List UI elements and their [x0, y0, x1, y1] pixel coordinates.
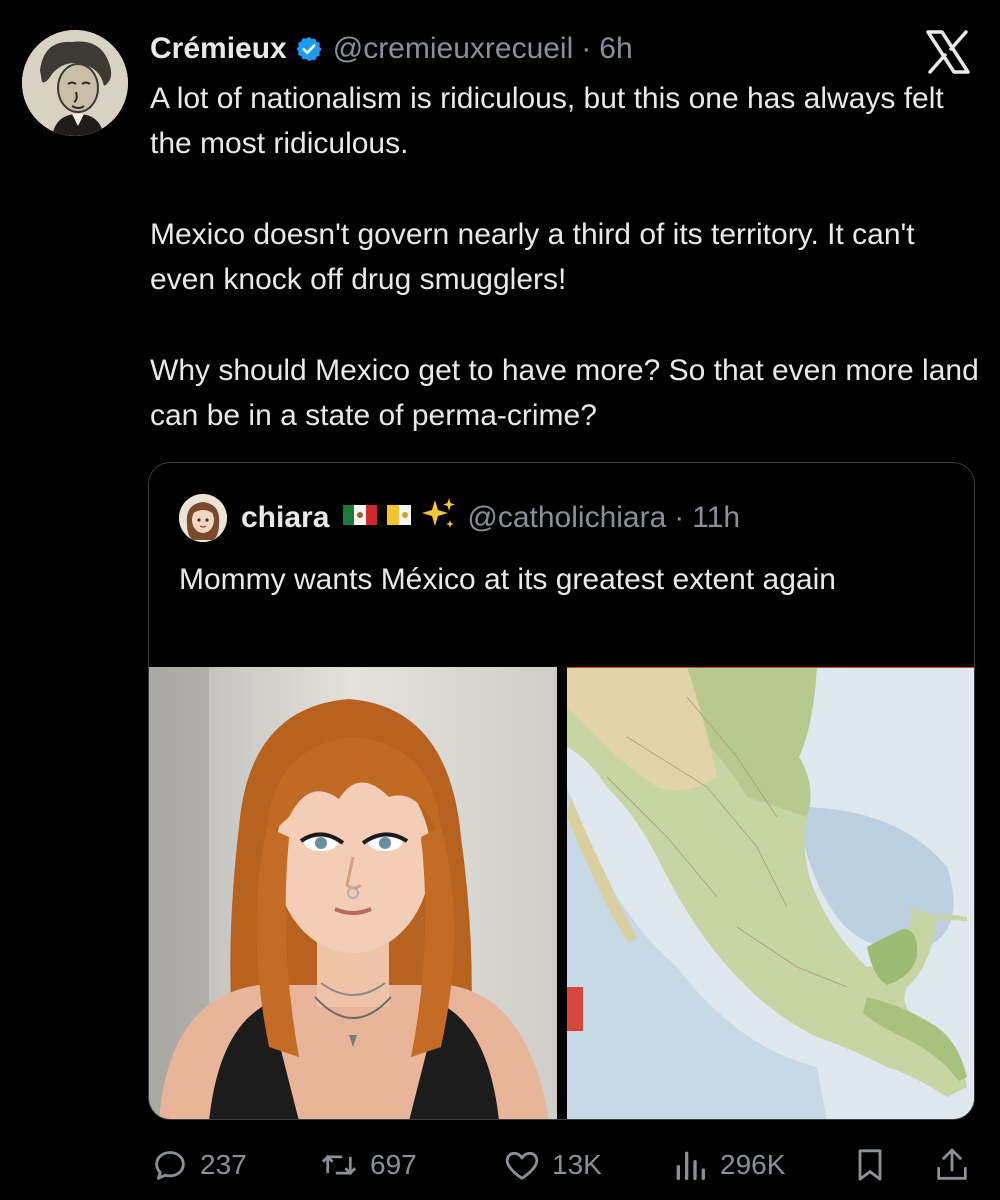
like-button[interactable]: 13K	[502, 1140, 602, 1190]
quoted-tweet-header: chiara @catholichiara · 11h	[179, 493, 740, 543]
separator-dot: ·	[674, 501, 685, 534]
quoted-tweet-text: Mommy wants México at its greatest exten…	[179, 563, 836, 596]
like-count: 13K	[552, 1149, 602, 1180]
map-image[interactable]	[567, 667, 974, 1119]
bookmark-button[interactable]	[850, 1140, 900, 1190]
bookmark-icon	[858, 1149, 882, 1181]
tweet-paragraph: Why should Mexico get to have more? So t…	[150, 354, 979, 432]
vatican-flag-icon	[387, 501, 412, 535]
person-photo[interactable]	[149, 667, 557, 1119]
tweet-timestamp[interactable]: 6h	[599, 32, 632, 66]
reply-button[interactable]: 237	[150, 1140, 247, 1190]
x-logo	[922, 26, 974, 78]
views-count: 296K	[720, 1149, 786, 1180]
quoted-tweet-timestamp[interactable]: 11h	[692, 501, 740, 535]
quoted-author-handle[interactable]: @catholichiara	[467, 501, 666, 535]
sparkles-icon	[421, 496, 457, 540]
quoted-tweet-media	[149, 667, 974, 1119]
retweet-icon	[321, 1154, 357, 1176]
tweet-paragraph: A lot of nationalism is ridiculous, but …	[150, 82, 944, 160]
reply-count: 237	[200, 1149, 247, 1180]
quoted-tweet[interactable]: chiara @catholichiara · 11h Mommy wants …	[148, 462, 975, 1120]
separator-dot: ·	[581, 32, 592, 65]
share-icon	[937, 1148, 967, 1180]
tweet-text: A lot of nationalism is ridiculous, but …	[150, 76, 980, 438]
verified-badge-icon	[295, 35, 323, 63]
author-avatar[interactable]	[22, 30, 128, 136]
author-handle[interactable]: @cremieuxrecueil	[333, 32, 574, 66]
mexico-flag-icon	[343, 501, 378, 535]
reply-icon	[155, 1151, 185, 1180]
quoted-author-name[interactable]: chiara	[241, 501, 329, 535]
heart-icon	[505, 1151, 539, 1180]
retweet-button[interactable]: 697	[318, 1140, 417, 1190]
tweet-action-bar: 237 697 13K 296K	[150, 1140, 980, 1190]
views-icon	[676, 1151, 705, 1180]
tweet-paragraph: Mexico doesn't govern nearly a third of …	[150, 218, 915, 296]
quoted-author-avatar[interactable]	[179, 494, 227, 542]
share-button[interactable]	[932, 1140, 982, 1190]
retweet-count: 697	[370, 1149, 417, 1180]
author-name[interactable]: Crémieux	[150, 32, 287, 66]
views-button[interactable]: 296K	[670, 1140, 785, 1190]
tweet-header: Crémieux @cremieuxrecueil · 6h	[150, 26, 633, 72]
